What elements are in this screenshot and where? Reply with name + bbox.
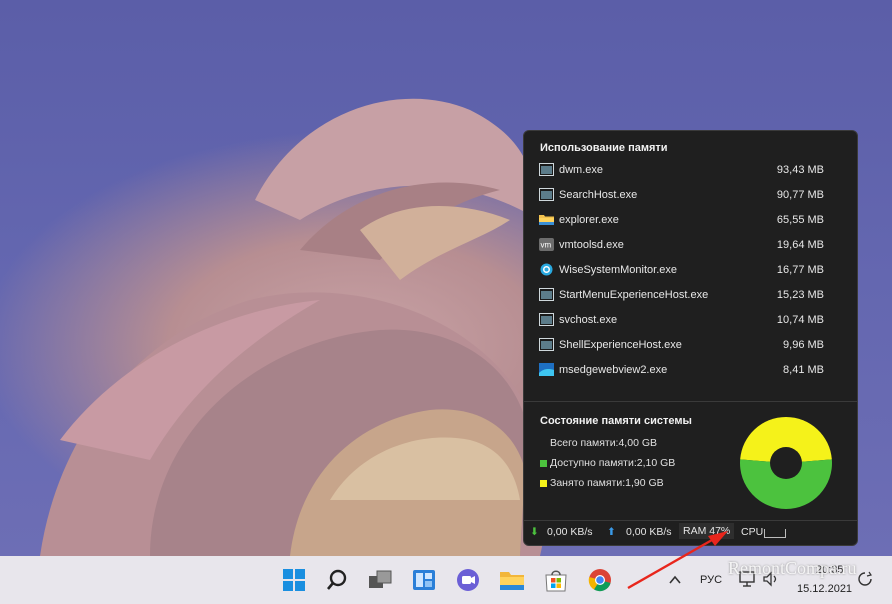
memory-donut-chart xyxy=(740,416,832,509)
process-size: 9,96 MB xyxy=(783,339,824,351)
available-legend-square xyxy=(540,459,547,467)
language-indicator[interactable]: РУС xyxy=(700,574,722,586)
widgets-icon[interactable] xyxy=(410,566,438,594)
task-view-icon[interactable] xyxy=(366,566,394,594)
used-memory-text: Занято памяти:1,90 GB xyxy=(550,477,664,489)
microsoft-store-icon[interactable] xyxy=(542,566,570,594)
file-explorer-icon[interactable] xyxy=(498,566,526,594)
cpu-graph-icon xyxy=(764,529,786,538)
process-size: 15,23 MB xyxy=(776,289,824,301)
folder-icon xyxy=(539,215,554,225)
chat-icon[interactable] xyxy=(454,566,482,594)
available-memory-text: Доступно памяти:2,10 GB xyxy=(550,457,676,469)
process-name: dwm.exe xyxy=(559,164,604,176)
process-row-searchhost[interactable]: SearchHost.exe 90,77 MB xyxy=(537,183,827,208)
window-app-icon xyxy=(539,188,554,201)
process-name: vmtoolsd.exe xyxy=(559,239,624,251)
process-row-shellexperiencehost[interactable]: ShellExperienceHost.exe 9,96 MB xyxy=(537,333,827,358)
process-size: 8,41 MB xyxy=(783,364,824,376)
wise-monitor-icon xyxy=(540,263,553,276)
section-divider xyxy=(524,401,857,402)
memory-monitor-popup: Использование памяти dwm.exe 93,43 MB Se… xyxy=(523,130,858,546)
clock-date[interactable]: 15.12.2021 xyxy=(797,583,852,595)
chrome-icon[interactable] xyxy=(586,566,614,594)
donut-hole xyxy=(770,447,802,479)
window-app-icon xyxy=(539,288,554,301)
search-icon[interactable] xyxy=(323,566,351,594)
window-app-icon xyxy=(539,163,554,176)
process-row-explorer[interactable]: explorer.exe 65,55 MB xyxy=(537,208,827,233)
window-app-icon xyxy=(539,338,554,351)
used-legend-square xyxy=(540,479,547,487)
process-row-dwm[interactable]: dwm.exe 93,43 MB xyxy=(537,158,827,183)
total-memory-label: Всего памяти:4,00 GB xyxy=(550,437,657,449)
process-size: 65,55 MB xyxy=(776,214,824,226)
process-name: explorer.exe xyxy=(559,214,619,226)
used-memory-label: Занято памяти:1,90 GB xyxy=(540,477,664,489)
process-name: msedgewebview2.exe xyxy=(559,364,668,376)
download-arrow-icon: ⬇ xyxy=(530,526,539,538)
notifications-icon[interactable] xyxy=(856,570,874,588)
process-row-startmenuexperiencehost[interactable]: StartMenuExperienceHost.exe 15,23 MB xyxy=(537,283,827,308)
available-memory-label: Доступно памяти:2,10 GB xyxy=(540,457,675,469)
chevron-up-icon[interactable] xyxy=(668,574,682,586)
svg-text:vm: vm xyxy=(541,241,552,250)
cpu-label[interactable]: CPU xyxy=(741,526,763,538)
process-row-wisesystemmonitor[interactable]: WiseSystemMonitor.exe 16,77 MB xyxy=(537,258,827,283)
process-name: WiseSystemMonitor.exe xyxy=(559,264,677,276)
edge-webview-icon xyxy=(539,363,554,376)
process-row-msedgewebview2[interactable]: msedgewebview2.exe 8,41 MB xyxy=(537,358,827,383)
memory-usage-title: Использование памяти xyxy=(540,142,668,154)
popup-footer: ⬇ 0,00 KB/s ⬆ 0,00 KB/s RAM 47% CPU xyxy=(524,521,857,545)
window-app-icon xyxy=(539,313,554,326)
start-windows-icon[interactable] xyxy=(280,566,308,594)
process-size: 93,43 MB xyxy=(776,164,824,176)
system-memory-title: Состояние памяти системы xyxy=(540,415,692,427)
vm-icon: vm xyxy=(539,238,554,251)
process-name: SearchHost.exe xyxy=(559,189,638,201)
process-list: dwm.exe 93,43 MB SearchHost.exe 90,77 MB… xyxy=(537,158,827,383)
ram-usage-indicator[interactable]: RAM 47% xyxy=(679,523,735,539)
watermark: RemontCompa.ru xyxy=(728,558,857,578)
process-size: 90,77 MB xyxy=(776,189,824,201)
process-size: 16,77 MB xyxy=(776,264,824,276)
process-name: StartMenuExperienceHost.exe xyxy=(559,289,709,301)
process-row-svchost[interactable]: svchost.exe 10,74 MB xyxy=(537,308,827,333)
process-size: 10,74 MB xyxy=(776,314,824,326)
process-row-vmtoolsd[interactable]: vm vmtoolsd.exe 19,64 MB xyxy=(537,233,827,258)
process-name: ShellExperienceHost.exe xyxy=(559,339,682,351)
upload-arrow-icon: ⬆ xyxy=(607,526,616,538)
upload-speed: 0,00 KB/s xyxy=(626,526,672,538)
process-size: 19,64 MB xyxy=(776,239,824,251)
download-speed: 0,00 KB/s xyxy=(547,526,593,538)
process-name: svchost.exe xyxy=(559,314,618,326)
